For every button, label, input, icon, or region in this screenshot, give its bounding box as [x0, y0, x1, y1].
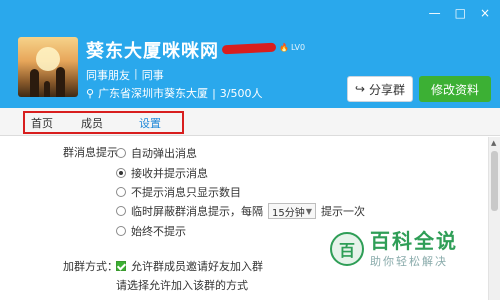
share-group-button[interactable]: ↪ 分享群: [347, 76, 413, 102]
avatar-figure: [30, 69, 39, 97]
watermark-text: 百科全说 助你轻松解决: [370, 229, 458, 269]
option-label: 自动弹出消息: [131, 147, 197, 160]
tabs-highlight-box: 首页 成员 设置: [23, 111, 184, 134]
close-icon[interactable]: ×: [480, 6, 490, 20]
watermark: 百 百科全说 助你轻松解决: [330, 218, 480, 280]
tab-members[interactable]: 成员: [81, 115, 103, 131]
group-header: — □ × 葵东大厦咪咪网 🔥 LV0 同事朋友 | 同事 ⚲ 广东省深圳市葵东…: [0, 0, 500, 108]
tab-settings[interactable]: 设置: [139, 115, 161, 131]
watermark-title: 百科全说: [370, 229, 458, 253]
radio-button[interactable]: [116, 187, 126, 197]
option-label: 不提示消息只显示数目: [131, 186, 241, 199]
info-separator: |: [212, 86, 216, 100]
edit-profile-button[interactable]: 修改资料: [419, 76, 491, 102]
join-method-label: 加群方式：: [63, 260, 118, 273]
option-label: 接收并提示消息: [131, 167, 208, 180]
group-location: 广东省深圳市葵东大厦: [98, 87, 209, 100]
window-controls: — □ ×: [429, 6, 490, 20]
vertical-scrollbar[interactable]: ▲: [488, 137, 500, 300]
group-tags: 同事朋友 | 同事: [86, 67, 164, 83]
tab-bar: 首页 成员 设置: [0, 108, 500, 136]
tag: 同事: [141, 69, 164, 82]
option-label: 始终不提示: [131, 225, 186, 238]
share-button-label: 分享群: [369, 82, 406, 97]
join-method-note: 请选择允许加入该群的方式: [116, 279, 248, 292]
tag-separator: |: [134, 67, 138, 80]
radio-button[interactable]: [116, 226, 126, 236]
group-name: 葵东大厦咪咪网: [86, 41, 219, 62]
scroll-up-icon[interactable]: ▲: [491, 139, 496, 147]
level-badge: 🔥 LV0: [279, 43, 305, 52]
option-count-only[interactable]: 不提示消息只显示数目: [116, 184, 241, 200]
tab-home[interactable]: 首页: [31, 115, 53, 131]
option-temp-block[interactable]: 临时屏蔽群消息提示，每隔 15分钟 ▼ 提示一次: [116, 203, 365, 219]
level-badge-text: LV0: [290, 43, 306, 52]
group-info: ⚲ 广东省深圳市葵东大厦 | 3/500人: [86, 85, 262, 101]
radio-button-selected[interactable]: [116, 168, 126, 178]
radio-button[interactable]: [116, 206, 126, 216]
redacted-mark: [221, 42, 277, 55]
maximize-icon[interactable]: □: [455, 6, 466, 20]
share-icon: ↪: [354, 82, 366, 96]
option-receive-notify[interactable]: 接收并提示消息: [116, 165, 208, 181]
minimize-icon[interactable]: —: [429, 6, 441, 20]
interval-select-value: 15分钟: [272, 207, 305, 219]
checkbox-checked[interactable]: [116, 261, 126, 271]
scroll-thumb[interactable]: [491, 151, 498, 211]
option-never-notify[interactable]: 始终不提示: [116, 223, 186, 239]
radio-button[interactable]: [116, 148, 126, 158]
group-avatar[interactable]: [18, 37, 78, 97]
watermark-logo-icon: 百: [330, 232, 364, 266]
option-suffix: 提示一次: [321, 205, 365, 218]
avatar-figure: [44, 81, 50, 97]
option-allow-invite[interactable]: 允许群成员邀请好友加入群: [116, 258, 263, 274]
fire-icon: 🔥: [279, 43, 289, 52]
member-count: 3/500人: [219, 87, 263, 100]
option-label: 允许群成员邀请好友加入群: [131, 260, 263, 273]
chevron-down-icon: ▼: [305, 206, 312, 216]
watermark-subtitle: 助你轻松解决: [370, 255, 448, 268]
tag: 同事朋友: [86, 69, 130, 82]
option-label: 临时屏蔽群消息提示，每隔: [131, 205, 263, 218]
location-pin-icon: ⚲: [86, 86, 95, 100]
avatar-figure: [56, 67, 65, 97]
interval-select[interactable]: 15分钟 ▼: [268, 203, 316, 219]
option-auto-popup[interactable]: 自动弹出消息: [116, 145, 197, 161]
